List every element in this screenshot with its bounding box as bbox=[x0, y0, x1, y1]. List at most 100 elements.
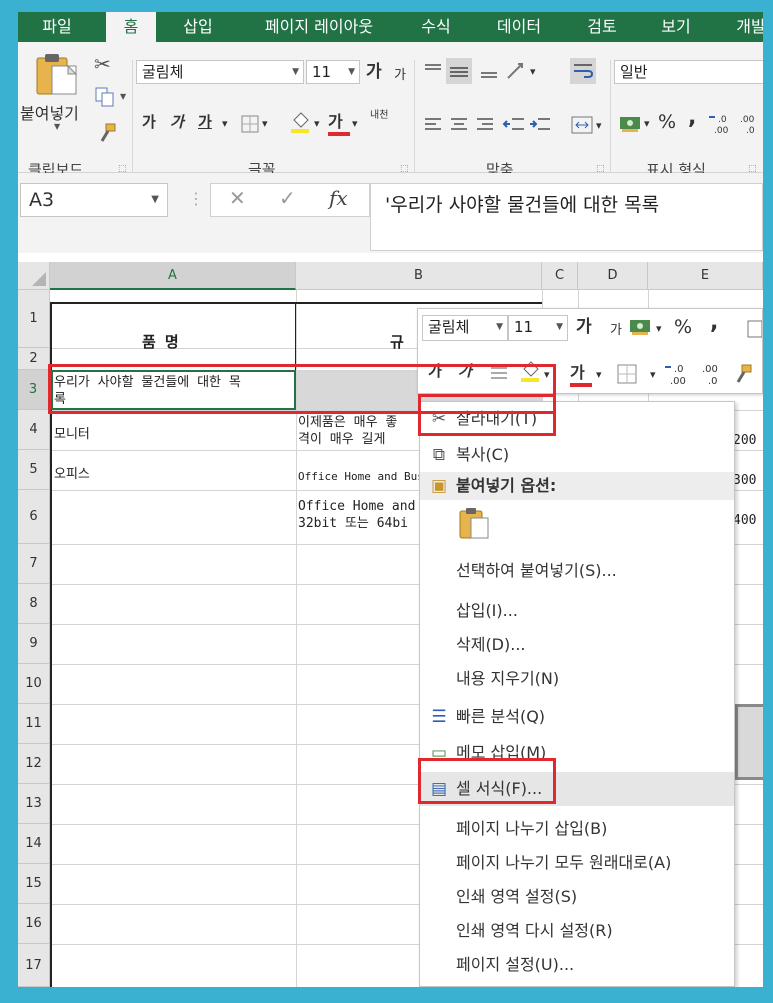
increase-decimal-icon[interactable]: .0.00 bbox=[708, 112, 736, 136]
select-all-button[interactable] bbox=[18, 262, 50, 290]
mini-shrink-font-button[interactable]: 가 bbox=[610, 321, 622, 341]
row-header-17[interactable]: 17 bbox=[18, 944, 50, 987]
accounting-dropdown-icon[interactable]: ▾ bbox=[644, 114, 650, 134]
comma-style-button[interactable]: , bbox=[688, 107, 696, 129]
copy-dropdown-icon[interactable]: ▼ bbox=[120, 92, 126, 101]
row-header-13[interactable]: 13 bbox=[18, 784, 50, 824]
menu-item-paste-special[interactable]: 선택하여 붙여넣기(S)... bbox=[420, 554, 734, 588]
paste-button[interactable]: 붙여넣기 ▼ bbox=[20, 50, 94, 132]
menu-item-quick-analysis[interactable]: ☰ 빠른 분석(Q) bbox=[420, 700, 734, 734]
grow-font-button[interactable]: 가 bbox=[366, 62, 382, 82]
cancel-icon[interactable]: ✕ bbox=[229, 186, 246, 210]
tab-view[interactable]: 보기 bbox=[648, 12, 704, 42]
number-format-combo[interactable]: 일반 bbox=[614, 60, 763, 84]
fill-color-icon[interactable] bbox=[288, 110, 312, 134]
row-header-12[interactable]: 12 bbox=[18, 744, 50, 784]
row-header-14[interactable]: 14 bbox=[18, 824, 50, 864]
row-header-4[interactable]: 4 bbox=[18, 410, 50, 450]
bold-button[interactable]: 가 bbox=[142, 112, 156, 132]
mini-format-icon[interactable] bbox=[746, 319, 762, 339]
increase-indent-icon[interactable] bbox=[528, 114, 552, 136]
column-header-d[interactable]: D bbox=[578, 262, 648, 290]
paste-dropdown-icon[interactable]: ▼ bbox=[54, 122, 60, 131]
row-header-5[interactable]: 5 bbox=[18, 450, 50, 490]
cell-a4[interactable]: 모니터 bbox=[54, 426, 90, 443]
tab-developer[interactable]: 개발 bbox=[726, 12, 763, 42]
row-header-15[interactable]: 15 bbox=[18, 864, 50, 904]
font-color-button[interactable]: 가 bbox=[328, 108, 350, 136]
row-header-8[interactable]: 8 bbox=[18, 584, 50, 624]
align-center-icon[interactable] bbox=[448, 114, 470, 136]
mini-font-color-dropdown-icon[interactable]: ▾ bbox=[596, 365, 602, 385]
copy-icon[interactable] bbox=[94, 86, 116, 108]
italic-button[interactable]: 가 bbox=[170, 112, 184, 132]
row-header-6[interactable]: 6 bbox=[18, 490, 50, 544]
font-name-combo[interactable]: 굴림체 ▼ bbox=[136, 60, 304, 84]
cell-e6[interactable]: 400 bbox=[733, 512, 756, 529]
align-left-icon[interactable] bbox=[422, 114, 444, 136]
menu-item-clear-contents[interactable]: 내용 지우기(N) bbox=[420, 662, 734, 696]
row-header-3[interactable]: 3 bbox=[18, 370, 50, 410]
row-header-9[interactable]: 9 bbox=[18, 624, 50, 664]
shrink-font-button[interactable]: 가 bbox=[394, 66, 406, 86]
orientation-dropdown-icon[interactable]: ▾ bbox=[530, 62, 536, 82]
menu-item-delete[interactable]: 삭제(D)... bbox=[420, 628, 734, 662]
tab-home[interactable]: 홈 bbox=[106, 12, 156, 42]
mini-grow-font-button[interactable]: 가 bbox=[576, 317, 592, 337]
percent-style-button[interactable]: % bbox=[658, 112, 676, 132]
decrease-indent-icon[interactable] bbox=[502, 114, 526, 136]
top-align-icon[interactable] bbox=[422, 60, 444, 82]
merge-dropdown-icon[interactable]: ▾ bbox=[596, 116, 602, 136]
row-header-16[interactable]: 16 bbox=[18, 904, 50, 944]
fill-color-dropdown-icon[interactable]: ▾ bbox=[314, 114, 320, 134]
tab-data[interactable]: 데이터 bbox=[484, 12, 554, 42]
tab-insert[interactable]: 삽입 bbox=[168, 12, 228, 42]
menu-item-insert[interactable]: 삽입(I)... bbox=[420, 594, 734, 628]
menu-item-reset-print-area[interactable]: 인쇄 영역 다시 설정(R) bbox=[420, 914, 734, 948]
tab-formulas[interactable]: 수식 bbox=[408, 12, 464, 42]
bottom-align-icon[interactable] bbox=[478, 60, 500, 82]
phonetic-button[interactable]: 내천 bbox=[370, 110, 388, 121]
column-header-b[interactable]: B bbox=[296, 262, 542, 290]
menu-item-reset-page-breaks[interactable]: 페이지 나누기 모두 원래대로(A) bbox=[420, 846, 734, 880]
cell-a5[interactable]: 오피스 bbox=[54, 466, 90, 483]
mini-border-dropdown-icon[interactable]: ▾ bbox=[650, 365, 656, 385]
menu-item-page-setup[interactable]: 페이지 설정(U)... bbox=[420, 948, 734, 982]
column-header-e[interactable]: E bbox=[648, 262, 763, 290]
cell-b6-line1[interactable]: Office Home and bbox=[298, 498, 415, 515]
cell-e5[interactable]: 300 bbox=[733, 472, 756, 489]
tab-page-layout[interactable]: 페이지 레이아웃 bbox=[244, 12, 394, 42]
cell-b5[interactable]: Office Home and Bus bbox=[298, 468, 424, 485]
insert-function-button[interactable]: fx bbox=[329, 186, 348, 210]
column-header-a[interactable]: A bbox=[50, 262, 296, 290]
border-icon[interactable] bbox=[240, 114, 260, 134]
paste-option-icon[interactable] bbox=[458, 506, 490, 540]
menu-item-copy[interactable]: ⧉ 복사(C) bbox=[420, 438, 734, 472]
cut-icon[interactable]: ✂ bbox=[94, 52, 111, 76]
middle-align-icon[interactable] bbox=[446, 58, 472, 84]
mini-font-name-combo[interactable]: 굴림체 ▼ bbox=[422, 315, 508, 341]
mini-percent-button[interactable]: % bbox=[674, 317, 692, 337]
wrap-text-icon[interactable] bbox=[570, 58, 596, 84]
align-right-icon[interactable] bbox=[474, 114, 496, 136]
mini-decrease-decimal-icon[interactable]: .00.0 bbox=[698, 361, 726, 387]
tab-file[interactable]: 파일 bbox=[24, 12, 90, 42]
font-color-dropdown-icon[interactable]: ▾ bbox=[352, 114, 358, 134]
tab-review[interactable]: 검토 bbox=[574, 12, 630, 42]
mini-font-color-button[interactable]: 가 bbox=[570, 359, 592, 387]
orientation-icon[interactable] bbox=[504, 58, 528, 82]
mini-format-painter-icon[interactable] bbox=[732, 363, 754, 385]
row-header-11[interactable]: 11 bbox=[18, 704, 50, 744]
menu-item-set-print-area[interactable]: 인쇄 영역 설정(S) bbox=[420, 880, 734, 914]
merge-center-icon[interactable] bbox=[570, 114, 594, 136]
mini-font-size-combo[interactable]: 11 ▼ bbox=[508, 315, 568, 341]
cell-b4-line1[interactable]: 이제품은 매우 좋 bbox=[298, 414, 397, 431]
row-header-2[interactable]: 2 bbox=[18, 348, 50, 370]
name-box[interactable]: A3 ▼ bbox=[20, 183, 168, 217]
mini-border-icon[interactable] bbox=[616, 363, 638, 385]
format-painter-icon[interactable] bbox=[96, 122, 118, 144]
border-dropdown-icon[interactable]: ▾ bbox=[262, 114, 268, 134]
menu-item-insert-page-break[interactable]: 페이지 나누기 삽입(B) bbox=[420, 812, 734, 846]
formula-input[interactable]: '우리가 사야할 물건들에 대한 목록 bbox=[370, 183, 763, 251]
font-size-combo[interactable]: 11 ▼ bbox=[306, 60, 360, 84]
